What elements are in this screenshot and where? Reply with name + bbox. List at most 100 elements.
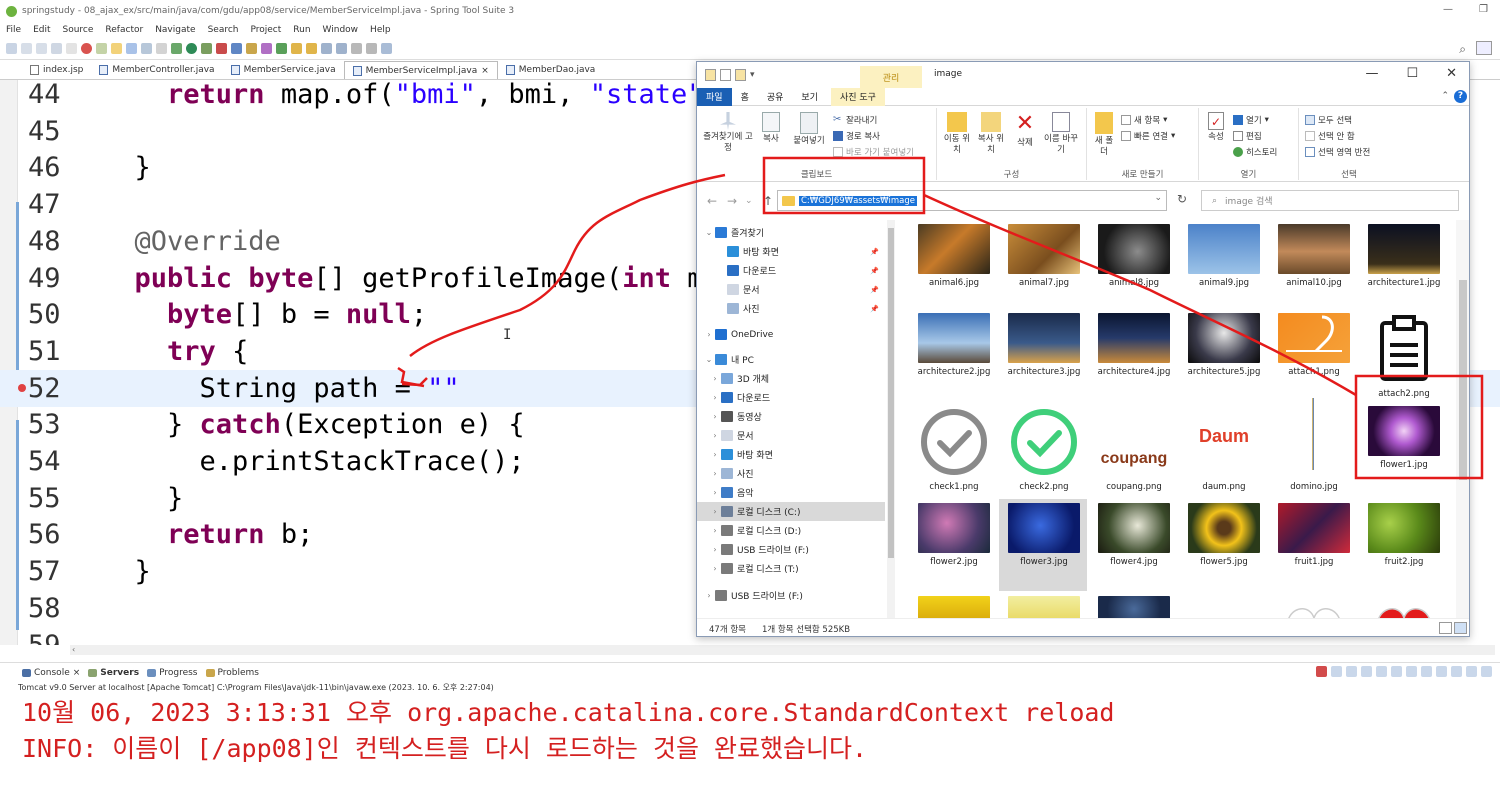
delete-button[interactable]: ✕ 삭제 (1011, 112, 1039, 149)
search-icon[interactable]: ⌕ (1459, 42, 1466, 57)
expand-chevron-icon[interactable]: › (709, 431, 721, 440)
file-item[interactable]: check1.png (909, 406, 997, 498)
copy-to-button[interactable]: 복사 위치 (975, 112, 1007, 156)
tab-servers[interactable]: Servers (88, 668, 139, 678)
nav-scrollbar[interactable] (887, 220, 895, 618)
menu-refactor[interactable]: Refactor (105, 25, 143, 35)
tab-console[interactable]: Console × (22, 668, 80, 678)
move-to-button[interactable]: 이동 위치 (941, 112, 973, 156)
expand-chevron-icon[interactable]: › (709, 488, 721, 497)
new-package-icon[interactable] (246, 43, 257, 54)
forward-arrow-icon[interactable]: → (727, 194, 737, 208)
new-folder-icon[interactable] (735, 69, 746, 81)
file-grid-scrollbar[interactable] (1456, 220, 1469, 618)
close-tab-icon[interactable]: × (73, 668, 81, 678)
external-tools-icon[interactable] (216, 43, 227, 54)
scroll-lock-icon[interactable] (1376, 666, 1387, 677)
editor-horizontal-scrollbar[interactable]: ‹ (70, 645, 1495, 655)
clear-console-icon[interactable] (1361, 666, 1372, 677)
up-arrow-icon[interactable]: ↑ (763, 194, 773, 208)
menu-search[interactable]: Search (208, 25, 239, 35)
tab-member-service-impl[interactable]: MemberServiceImpl.java × (343, 61, 498, 79)
restore-button[interactable]: ❐ (1479, 4, 1488, 15)
new-icon[interactable] (6, 43, 17, 54)
paste-shortcut-button[interactable]: 바로 가기 붙여넣기 (833, 146, 914, 158)
tab-problems[interactable]: Problems (205, 668, 259, 678)
file-item[interactable]: animal8.jpg (1089, 220, 1177, 312)
nav-item[interactable]: ⌄ 즐겨찾기 (697, 223, 885, 242)
menu-help[interactable]: Help (370, 25, 391, 35)
stop-icon[interactable] (81, 43, 92, 54)
paste-button[interactable]: 붙여넣기 (789, 112, 829, 147)
file-item[interactable]: Daum daum.png (1179, 406, 1267, 498)
tab-member-service[interactable]: MemberService.java (223, 61, 344, 79)
open-button[interactable]: 열기 ▾ (1233, 114, 1269, 126)
open-type-icon[interactable] (276, 43, 287, 54)
file-item[interactable]: attach1.png (1269, 313, 1357, 405)
nav-item[interactable]: › 로컬 디스크 (C:) (697, 502, 885, 521)
skip-breakpoints-icon[interactable] (66, 43, 77, 54)
menu-run[interactable]: Run (293, 25, 310, 35)
file-item[interactable] (1179, 592, 1267, 618)
nav-item[interactable]: › 사진 (697, 464, 885, 483)
nav-item[interactable]: › 로컬 디스크 (D:) (697, 521, 885, 540)
print-icon[interactable] (51, 43, 62, 54)
file-item[interactable]: architecture1.jpg (1359, 220, 1447, 312)
tab-view[interactable]: 보기 (792, 88, 827, 106)
scroll-thumb[interactable] (888, 228, 894, 558)
invert-selection-button[interactable]: 선택 영역 반전 (1305, 146, 1370, 158)
navigation-pane[interactable]: ⌄ 즐겨찾기 바탕 화면 📌 다운로드 📌 문서 📌 사진 📌 › OneDrive ⌄ 내 PC › 3D … (697, 220, 887, 618)
copy-button[interactable]: 복사 (757, 112, 785, 145)
new-java-project-icon[interactable] (231, 43, 242, 54)
edit-button[interactable]: 편집 (1233, 130, 1262, 142)
expand-chevron-icon[interactable]: › (703, 330, 715, 339)
menu-source[interactable]: Source (63, 25, 94, 35)
expand-chevron-icon[interactable]: › (709, 564, 721, 573)
file-item[interactable]: attach2.png (1359, 313, 1447, 405)
open-task-icon[interactable] (291, 43, 302, 54)
next-annotation-icon[interactable] (321, 43, 332, 54)
file-item[interactable]: flower2.jpg (909, 499, 997, 591)
debug-icon[interactable] (171, 43, 182, 54)
file-item[interactable]: flower3.jpg (999, 499, 1087, 591)
file-item[interactable]: flower5.jpg (1179, 499, 1267, 591)
address-bar[interactable]: C:₩GDJ69₩assets₩image ⌄ (777, 190, 1167, 211)
nav-item[interactable]: › 동영상 (697, 407, 885, 426)
file-item[interactable]: domino.jpg (1269, 398, 1357, 498)
explorer-maximize-button[interactable]: ☐ (1406, 66, 1418, 81)
file-item[interactable]: animal9.jpg (1179, 220, 1267, 312)
menu-navigate[interactable]: Navigate (155, 25, 195, 35)
expand-chevron-icon[interactable]: › (709, 450, 721, 459)
file-grid[interactable]: animal6.jpg animal7.jpg animal8.jpg animal9… (909, 220, 1454, 618)
select-none-button[interactable]: 선택 안 함 (1305, 130, 1355, 142)
show-stderr-icon[interactable] (1421, 666, 1432, 677)
spring-boot-icon[interactable] (96, 43, 107, 54)
save-all-icon[interactable] (36, 43, 47, 54)
cut-button[interactable]: ✂ 잘라내기 (833, 114, 877, 127)
address-dropdown-icon[interactable]: ⌄ (1154, 193, 1162, 203)
tab-home[interactable]: 홈 (732, 88, 758, 106)
expand-chevron-icon[interactable]: ⌄ (703, 355, 715, 364)
properties-button[interactable]: ✓ 속성 (1203, 112, 1229, 143)
format-icon[interactable] (141, 43, 152, 54)
collapse-ribbon-icon[interactable]: ⌃ (1441, 91, 1449, 101)
back-arrow-icon[interactable]: ← (707, 194, 717, 208)
tab-member-controller[interactable]: MemberController.java (91, 61, 222, 79)
new-folder-button[interactable]: 새 폴더 (1091, 112, 1117, 158)
rename-button[interactable]: 이름 바꾸기 (1041, 112, 1081, 156)
help-icon[interactable]: ? (1454, 90, 1467, 103)
explorer-minimize-button[interactable]: — (1365, 66, 1378, 81)
nav-item[interactable]: › USB 드라이브 (F:) (697, 586, 885, 605)
prev-annotation-icon[interactable] (336, 43, 347, 54)
forward-icon[interactable] (366, 43, 377, 54)
pin-editor-icon[interactable] (381, 43, 392, 54)
details-view-icon[interactable] (1439, 622, 1452, 634)
nav-item[interactable]: › USB 드라이브 (F:) (697, 540, 885, 559)
expand-chevron-icon[interactable]: › (703, 591, 715, 600)
toggle-icon[interactable] (126, 43, 137, 54)
file-item[interactable] (1089, 592, 1177, 618)
tab-share[interactable]: 공유 (758, 88, 793, 106)
nav-item[interactable]: › 로컬 디스크 (T:) (697, 559, 885, 578)
file-item[interactable]: architecture5.jpg (1179, 313, 1267, 405)
open-console-icon[interactable] (1466, 666, 1477, 677)
